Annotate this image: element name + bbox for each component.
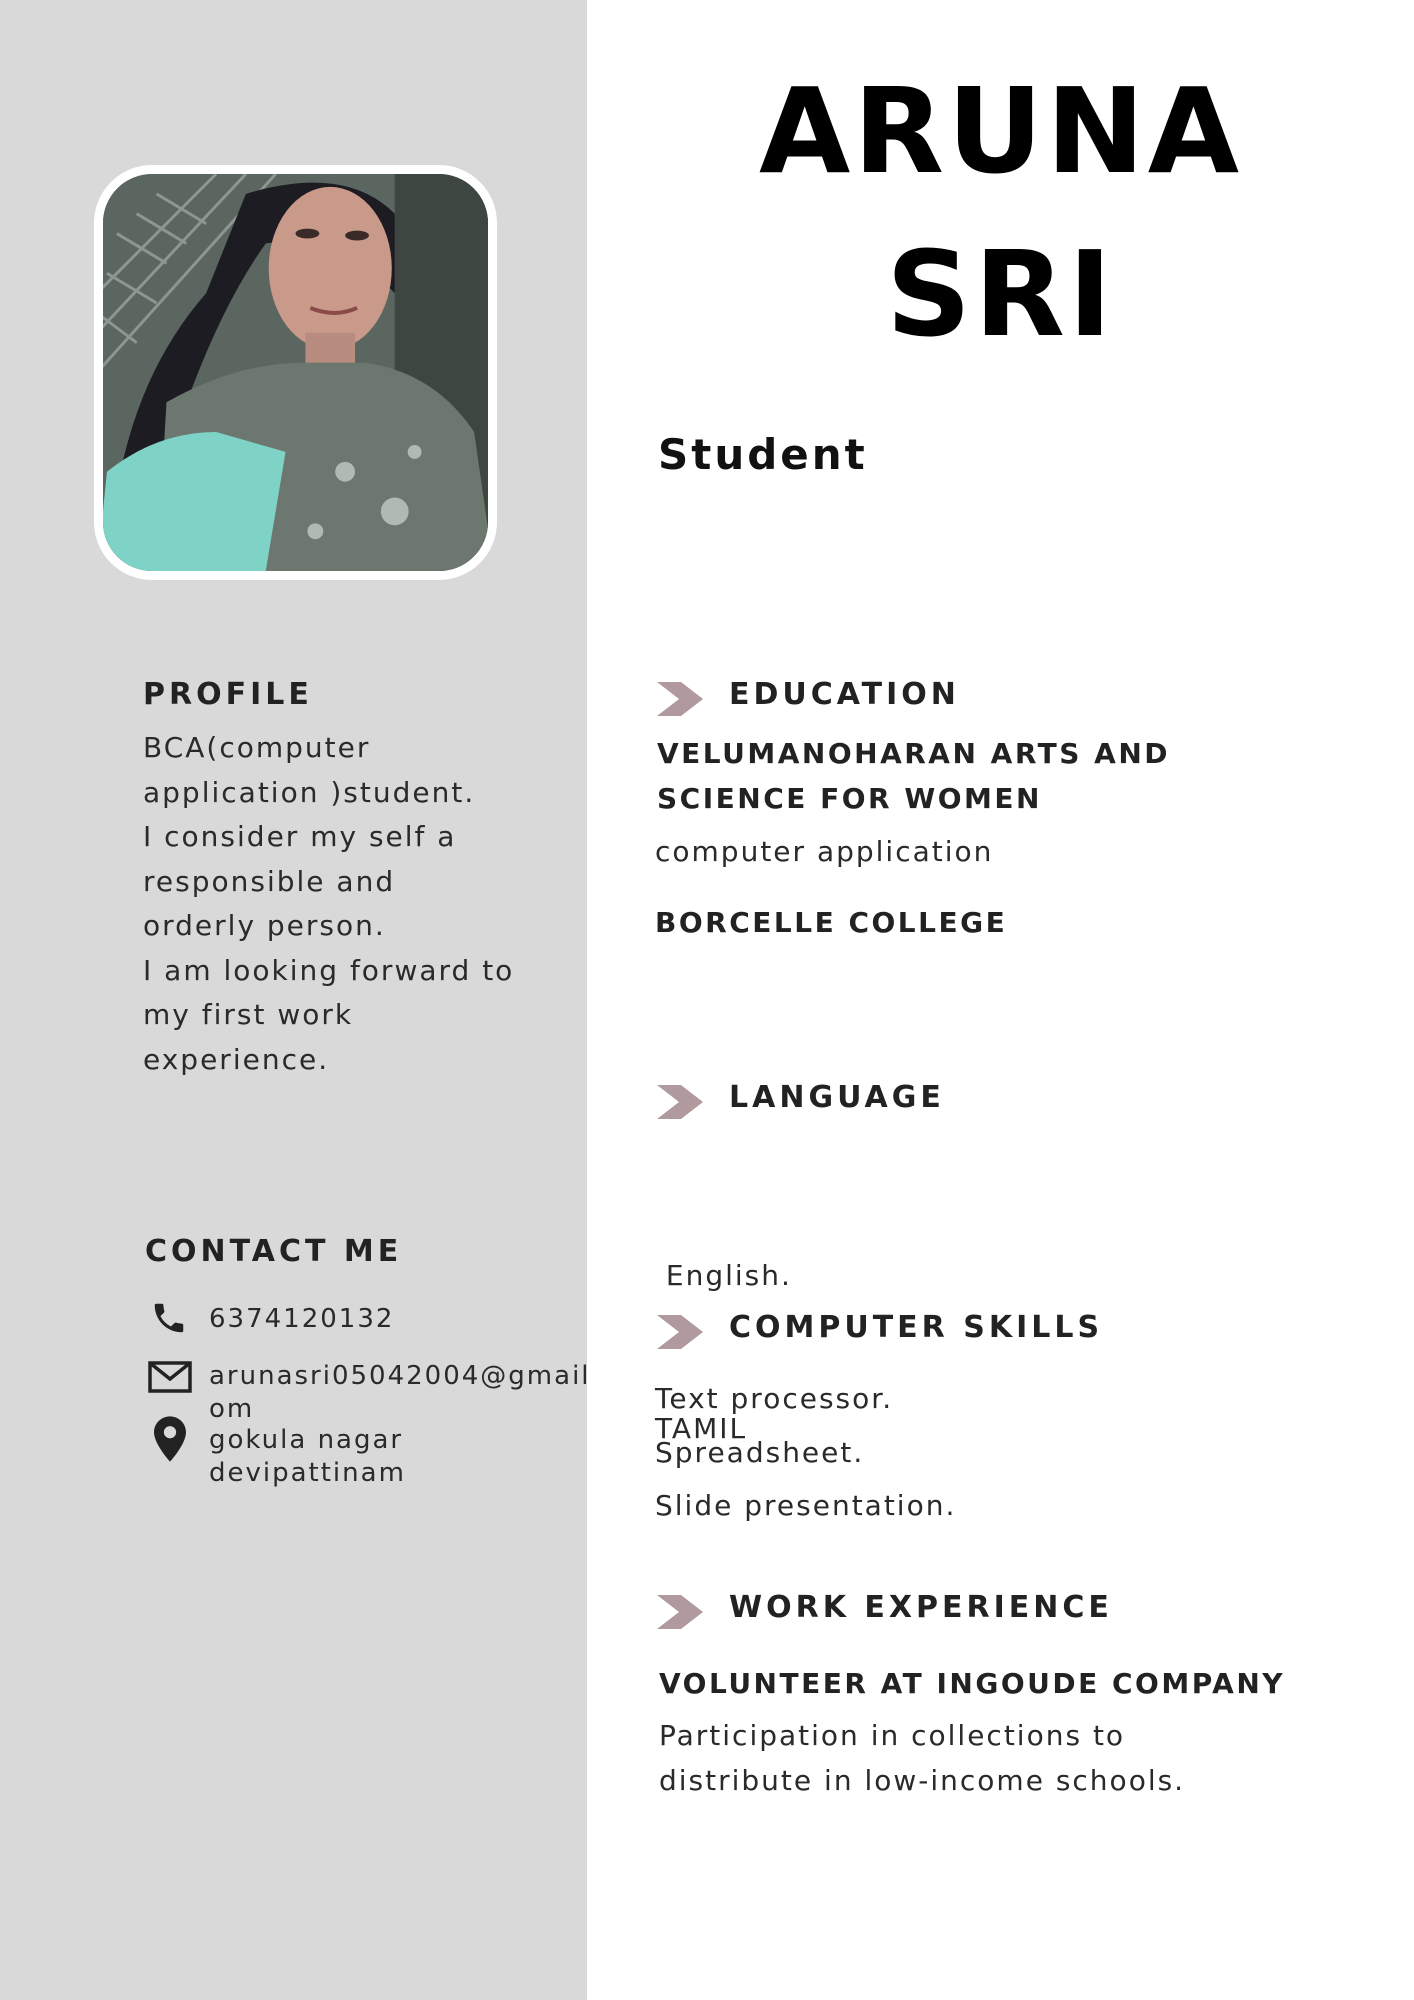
job-title: Student	[658, 430, 868, 479]
education-field: computer application	[655, 835, 994, 868]
language-item: English.	[655, 1259, 792, 1292]
profile-line: application )student.	[143, 775, 476, 809]
work-heading: WORK EXPERIENCE	[729, 1590, 1113, 1625]
school-line: SCIENCE FOR WOMEN	[657, 781, 1042, 815]
profile-line: orderly person.	[143, 909, 386, 942]
email-line: om	[209, 1394, 255, 1424]
profile-photo	[94, 165, 497, 580]
location-pin-icon	[154, 1416, 186, 1462]
work-description: Participation in collections to distribu…	[659, 1714, 1185, 1803]
profile-text: BCA(computer application )student. I con…	[143, 726, 514, 1082]
address-line: gokula nagar	[209, 1425, 404, 1455]
education-school: VELUMANOHARAN ARTS AND SCIENCE FOR WOMEN	[657, 732, 1170, 821]
skills-list: Text processor. Spreadsheet. Slide prese…	[655, 1372, 956, 1533]
work-desc-line: distribute in low-income schools.	[659, 1763, 1186, 1797]
first-name: ARUNA	[758, 62, 1243, 200]
chevron-icon	[657, 1315, 703, 1349]
skill-item: Text processor.	[655, 1382, 894, 1415]
address: gokula nagar devipattinam	[209, 1424, 406, 1490]
profile-line: my first work	[143, 998, 354, 1031]
profile-line: I consider my self a	[143, 820, 457, 853]
sidebar: PROFILE BCA(computer application )studen…	[0, 0, 615, 2000]
profile-line: I am looking forward to	[143, 953, 515, 987]
work-desc-line: Participation in collections to	[659, 1719, 1126, 1752]
profile-line: experience.	[143, 1042, 330, 1076]
email-address[interactable]: arunasri05042004@gmail.c om	[209, 1360, 617, 1426]
chevron-icon	[657, 1085, 703, 1119]
profile-line: responsible and	[143, 864, 396, 898]
contact-heading: CONTACT ME	[145, 1234, 403, 1269]
profile-photo-image	[103, 174, 488, 571]
last-name: SRI	[886, 225, 1115, 363]
language-heading: LANGUAGE	[729, 1080, 945, 1115]
address-line: devipattinam	[209, 1458, 406, 1488]
skill-item: Spreadsheet.	[655, 1435, 865, 1469]
phone-number[interactable]: 6374120132	[209, 1303, 394, 1336]
chevron-icon	[657, 682, 703, 716]
work-title: VOLUNTEER AT INGOUDE COMPANY	[659, 1667, 1286, 1700]
profile-heading: PROFILE	[143, 677, 313, 712]
school-line: VELUMANOHARAN ARTS AND	[657, 737, 1170, 770]
skill-item: Slide presentation.	[655, 1489, 957, 1522]
profile-line: BCA(computer	[143, 731, 371, 764]
email-line: arunasri05042004@gmail.c	[209, 1361, 618, 1391]
chevron-icon	[657, 1595, 703, 1629]
main-content: ARUNA SRI Student EDUCATION VELUMANOHARA…	[587, 0, 1414, 2000]
email-icon	[148, 1361, 192, 1393]
education-school-2: BORCELLE COLLEGE	[655, 906, 1008, 939]
skills-heading: COMPUTER SKILLS	[729, 1310, 1104, 1345]
education-heading: EDUCATION	[729, 677, 960, 712]
phone-icon	[154, 1303, 184, 1333]
